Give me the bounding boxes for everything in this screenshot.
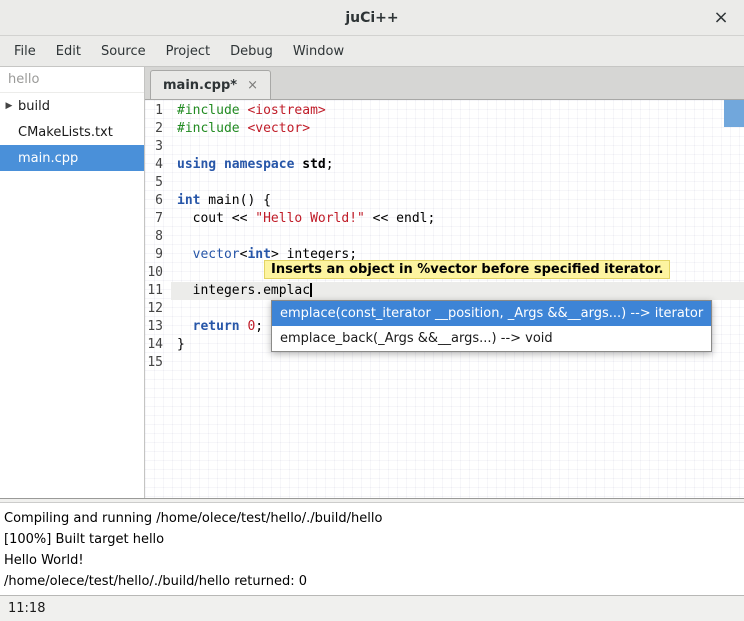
project-name[interactable]: hello [0,67,144,93]
code-line: 7 cout << "Hello World!" << endl; [145,210,744,228]
line-number: 9 [145,246,171,264]
tab-label: main.cpp* [163,78,237,93]
menu-item-source[interactable]: Source [91,38,156,65]
line-number: 6 [145,192,171,210]
code-line: 3 [145,138,744,156]
menu-item-window[interactable]: Window [283,38,354,65]
menu-item-edit[interactable]: Edit [46,38,91,65]
code-text [171,138,744,156]
code-text [171,354,744,372]
tree-item-main.cpp[interactable]: main.cpp [0,145,144,171]
terminal: Compiling and running /home/olece/test/h… [0,503,744,595]
file-browser: hello ▶build CMakeLists.txt main.cpp [0,67,145,498]
text-cursor [310,283,312,297]
vertical-scrollbar-thumb[interactable] [724,100,744,127]
line-number: 2 [145,120,171,138]
line-number: 8 [145,228,171,246]
code-text: #include <vector> [171,120,744,138]
line-number: 5 [145,174,171,192]
code-text: int main() { [171,192,744,210]
code-line: 11 integers.emplac [145,282,744,300]
code-text [171,228,744,246]
main-area: hello ▶build CMakeLists.txt main.cpp main.… [0,67,744,498]
line-number: 4 [145,156,171,174]
code-line: 4using namespace std; [145,156,744,174]
line-number: 7 [145,210,171,228]
menu-item-debug[interactable]: Debug [220,38,283,65]
code-line: 8 [145,228,744,246]
window-title: juCi++ [345,10,398,26]
terminal-line: Hello World! [4,550,740,571]
tree-item-label: CMakeLists.txt [18,125,113,140]
completion-item[interactable]: emplace(const_iterator __position, _Args… [272,301,711,326]
file-tree: ▶build CMakeLists.txt main.cpp [0,93,144,171]
line-number: 10 [145,264,171,282]
line-number: 13 [145,318,171,336]
menu-bar: FileEditSourceProjectDebugWindow [0,36,744,67]
terminal-line: [100%] Built target hello [4,529,740,550]
code-text: #include <iostream> [171,102,744,120]
code-text: integers.emplac [171,282,744,300]
line-number: 11 [145,282,171,300]
tree-item-cmakelists.txt[interactable]: CMakeLists.txt [0,119,144,145]
tree-item-label: main.cpp [18,151,78,166]
menu-item-project[interactable]: Project [156,38,220,65]
app-window: juCi++ × FileEditSourceProjectDebugWindo… [0,0,744,621]
title-bar: juCi++ × [0,0,744,36]
menu-item-file[interactable]: File [4,38,46,65]
line-number: 12 [145,300,171,318]
tree-item-label: build [18,99,50,114]
code-text [171,174,744,192]
terminal-line: /home/olece/test/hello/./build/hello ret… [4,571,740,592]
line-number: 1 [145,102,171,120]
window-close-button[interactable]: × [710,7,732,29]
completion-popup: emplace(const_iterator __position, _Args… [271,300,712,352]
line-number: 14 [145,336,171,354]
tab-main-cpp[interactable]: main.cpp* × [150,70,271,99]
code-line: 5 [145,174,744,192]
line-number: 3 [145,138,171,156]
doc-tooltip: Inserts an object in %vector before spec… [264,260,670,279]
code-text: cout << "Hello World!" << endl; [171,210,744,228]
code-line: 15 [145,354,744,372]
line-number: 15 [145,354,171,372]
completion-item[interactable]: emplace_back(_Args &&__args...) --> void [272,326,711,351]
code-text: using namespace std; [171,156,744,174]
code-line: 6int main() { [145,192,744,210]
code-line: 1#include <iostream> [145,102,744,120]
status-bar: 11:18 [0,595,744,621]
cursor-position: 11:18 [8,601,45,616]
tab-bar: main.cpp* × [145,67,744,100]
tab-close-icon[interactable]: × [247,78,258,93]
expander-icon[interactable]: ▶ [0,101,18,111]
terminal-line: Compiling and running /home/olece/test/h… [4,508,740,529]
code-line: 2#include <vector> [145,120,744,138]
editor-pane: main.cpp* × 1#include <iostream>2#include… [145,67,744,498]
code-editor[interactable]: 1#include <iostream>2#include <vector>34… [145,100,744,498]
tree-item-build[interactable]: ▶build [0,93,144,119]
